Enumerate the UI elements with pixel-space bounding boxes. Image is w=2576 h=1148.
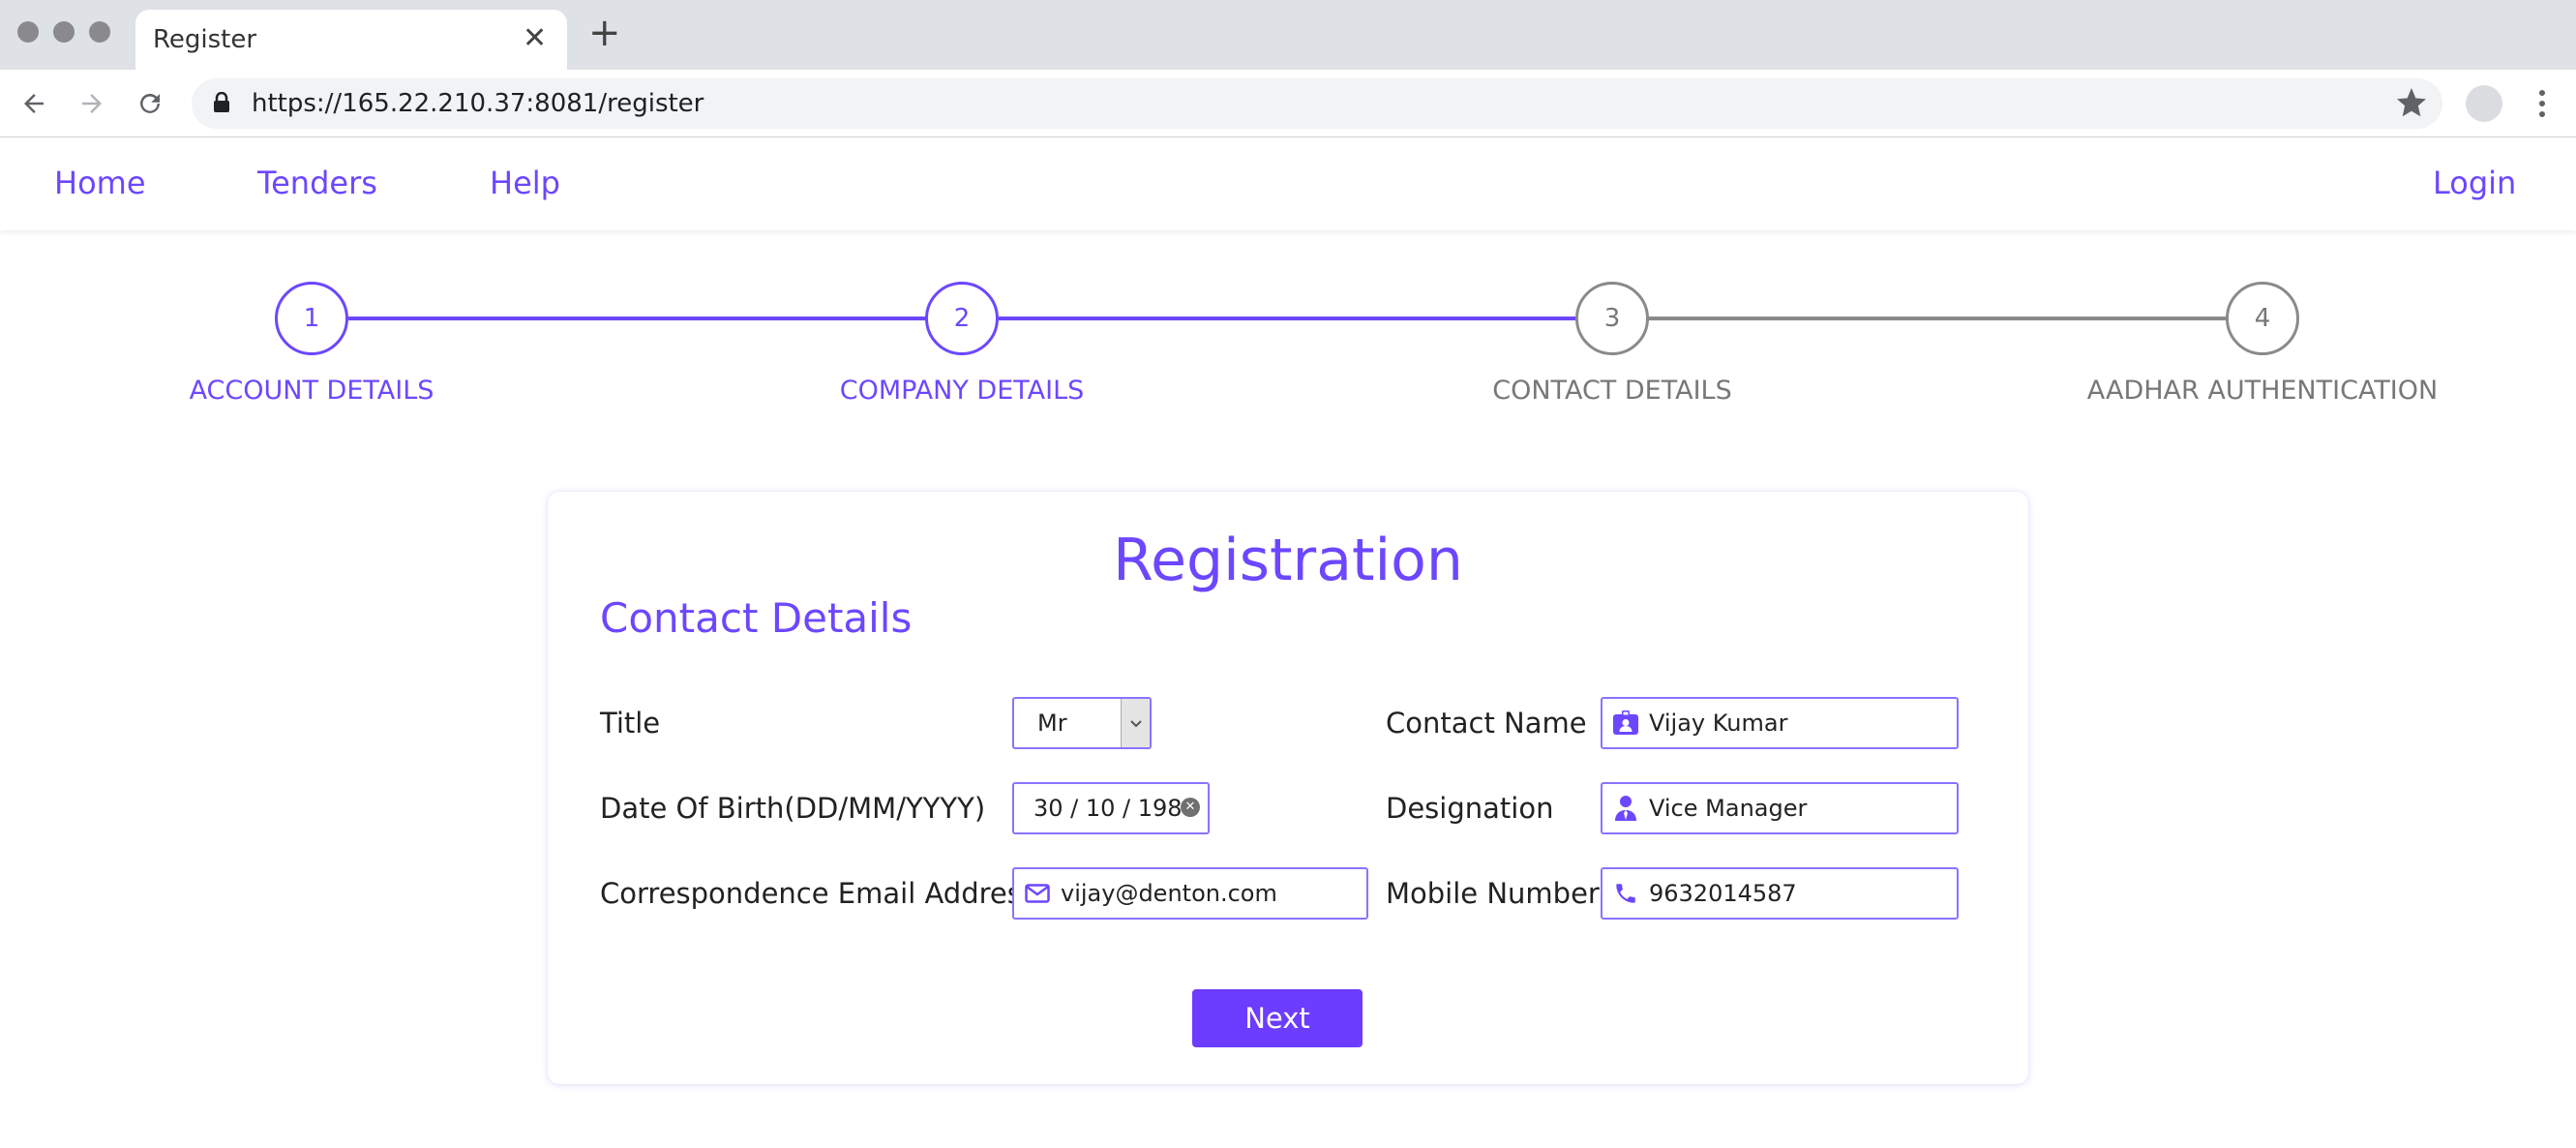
dob-value: 30 / 10 / 1980 (1033, 795, 1197, 822)
title-label: Title (600, 707, 661, 740)
step-3-label: CONTACT DETAILS (1492, 376, 1732, 406)
id-card-icon (1603, 699, 1649, 747)
browser-tab[interactable]: Register ✕ (135, 10, 567, 72)
step-2-label: COMPANY DETAILS (839, 376, 1085, 406)
section-title: Contact Details (600, 594, 913, 642)
site-navbar: Home Tenders Help Login (0, 137, 2576, 230)
window-minimize-dot[interactable] (53, 21, 75, 43)
next-button[interactable]: Next (1192, 989, 1363, 1047)
url-text: https://165.22.210.37:8081/register (252, 89, 704, 118)
mobile-value: 9632014587 (1649, 880, 1797, 907)
nav-help-link[interactable]: Help (490, 165, 560, 201)
contact-name-input[interactable]: Vijay Kumar (1601, 697, 1959, 749)
back-icon[interactable] (15, 85, 52, 122)
designation-value: Vice Manager (1649, 795, 1808, 822)
lock-icon (213, 91, 230, 118)
address-bar[interactable]: https://165.22.210.37:8081/register (192, 78, 2442, 129)
step-connector-1 (348, 317, 929, 320)
clear-icon[interactable]: ✕ (1181, 798, 1200, 817)
browser-toolbar: https://165.22.210.37:8081/register (0, 70, 2576, 137)
title-select[interactable]: Mr (1012, 697, 1152, 749)
tab-title: Register (153, 25, 257, 54)
registration-card: Registration Contact Details Title Mr Da… (548, 492, 2028, 1084)
mobile-input[interactable]: 9632014587 (1601, 867, 1959, 920)
browser-tabstrip: Register ✕ + (0, 0, 2576, 72)
user-tie-icon (1603, 784, 1649, 832)
step-connector-3 (1647, 317, 2228, 320)
step-1-label: ACCOUNT DETAILS (189, 376, 434, 406)
envelope-icon (1014, 869, 1061, 918)
page-title: Registration (1113, 527, 1463, 594)
email-label: Correspondence Email Address (600, 877, 1036, 910)
nav-home-link[interactable]: Home (54, 165, 146, 201)
tab-close-icon[interactable]: ✕ (523, 21, 547, 55)
step-connector-2 (999, 317, 1577, 320)
window-close-dot[interactable] (17, 21, 39, 43)
browser-menu-icon[interactable] (2528, 85, 2557, 122)
new-tab-icon[interactable]: + (588, 14, 621, 52)
contact-name-label: Contact Name (1386, 707, 1587, 740)
designation-label: Designation (1386, 792, 1554, 825)
mobile-label: Mobile Number (1386, 877, 1600, 910)
dob-label: Date Of Birth(DD/MM/YYYY) (600, 792, 986, 825)
step-4-circle: 4 (2226, 282, 2299, 355)
email-input[interactable]: vijay@denton.com (1012, 867, 1368, 920)
email-value: vijay@denton.com (1061, 880, 1277, 907)
step-4-label: AADHAR AUTHENTICATION (2086, 376, 2439, 406)
window-maximize-dot[interactable] (89, 21, 110, 43)
phone-icon (1603, 869, 1649, 918)
title-select-value: Mr (1037, 710, 1067, 737)
profile-avatar[interactable] (2466, 85, 2502, 122)
forward-icon[interactable] (74, 85, 110, 122)
chevron-down-icon[interactable] (1121, 699, 1150, 747)
step-2-circle: 2 (925, 282, 999, 355)
nav-login-link[interactable]: Login (2433, 165, 2516, 201)
step-3-circle: 3 (1575, 282, 1649, 355)
nav-tenders-link[interactable]: Tenders (257, 165, 377, 201)
bookmark-star-icon[interactable] (2394, 85, 2429, 125)
dob-input[interactable]: 30 / 10 / 1980 ✕ (1012, 782, 1210, 834)
reload-icon[interactable] (132, 85, 168, 122)
contact-name-value: Vijay Kumar (1649, 710, 1788, 737)
designation-input[interactable]: Vice Manager (1601, 782, 1959, 834)
step-1-circle: 1 (275, 282, 348, 355)
